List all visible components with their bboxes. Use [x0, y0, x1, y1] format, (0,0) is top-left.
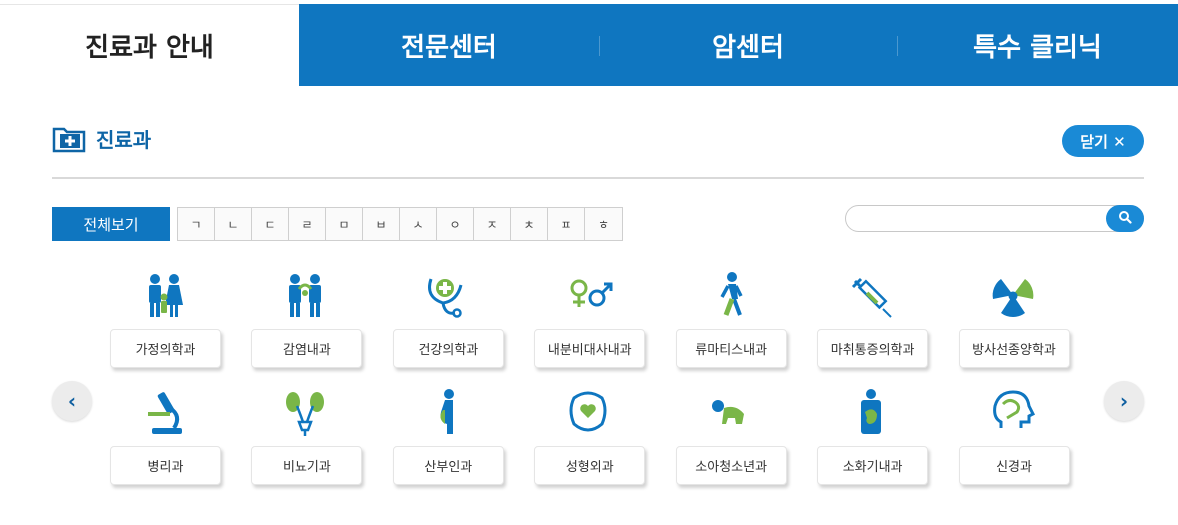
- stethoscope-icon: [419, 271, 475, 321]
- digestive-icon: [843, 388, 899, 438]
- microscope-icon: [136, 388, 192, 438]
- consonant-filter-item[interactable]: ㅊ: [511, 208, 548, 240]
- infection-icon: [277, 271, 333, 321]
- medical-folder-icon: [52, 125, 86, 153]
- department-label: 가정의학과: [110, 329, 221, 368]
- search-input[interactable]: [858, 209, 1098, 229]
- prev-arrow-button[interactable]: ‹: [52, 381, 92, 421]
- consonant-filter-item[interactable]: ㄱ: [178, 208, 215, 240]
- department-item[interactable]: 병리과: [110, 382, 251, 499]
- department-item[interactable]: 감염내과: [251, 265, 392, 382]
- consonant-filter-item[interactable]: ㅁ: [326, 208, 363, 240]
- tab-cancer-center[interactable]: 암센터: [599, 4, 897, 86]
- consonant-filter-item[interactable]: ㄴ: [215, 208, 252, 240]
- department-row: 병리과 비뇨기과 산부인과 성형외과 소아청소년과 소화기내과 신경과: [110, 382, 1100, 499]
- consonant-filter-item[interactable]: ㅈ: [474, 208, 511, 240]
- tab-department-guide[interactable]: 진료과 안내: [0, 4, 299, 86]
- department-label: 건강의학과: [392, 329, 504, 368]
- department-item[interactable]: 소아청소년과: [675, 382, 817, 499]
- department-label: 감염내과: [251, 329, 363, 368]
- department-label: 산부인과: [392, 446, 504, 485]
- chevron-right-icon: ›: [1119, 389, 1129, 413]
- department-row: 가정의학과 감염내과 건강의학과 내분비대사내과 류마티스내과 마취통증의학과 …: [110, 265, 1100, 382]
- tab-specialty-center[interactable]: 전문센터: [299, 4, 599, 86]
- department-label: 비뇨기과: [251, 446, 363, 485]
- consonant-filter-item[interactable]: ㅇ: [437, 208, 474, 240]
- search-icon: [1118, 209, 1132, 228]
- tab-special-clinic[interactable]: 특수 클리닉: [897, 4, 1178, 86]
- brain-head-icon: [985, 388, 1041, 438]
- consonant-filter-item[interactable]: ㄹ: [289, 208, 326, 240]
- department-item[interactable]: 산부인과: [392, 382, 534, 499]
- consonant-filter-item[interactable]: ㅎ: [585, 208, 622, 240]
- radiation-icon: [985, 271, 1041, 321]
- consonant-filter-item[interactable]: ㄷ: [252, 208, 289, 240]
- department-item[interactable]: 비뇨기과: [251, 382, 392, 499]
- section-header: 진료과: [52, 124, 151, 153]
- consonant-filter-item[interactable]: ㅍ: [548, 208, 585, 240]
- pregnant-icon: [419, 388, 475, 438]
- department-label: 소화기내과: [817, 446, 929, 485]
- family-icon: [136, 271, 192, 321]
- department-grid: 가정의학과 감염내과 건강의학과 내분비대사내과 류마티스내과 마취통증의학과 …: [110, 265, 1100, 499]
- department-item[interactable]: 신경과: [958, 382, 1100, 499]
- main-tabs: 진료과 안내 전문센터 암센터 특수 클리닉: [0, 4, 1178, 86]
- chevron-left-icon: ‹: [67, 389, 77, 413]
- divider: [52, 177, 1144, 179]
- department-label: 소아청소년과: [675, 446, 787, 485]
- department-item[interactable]: 마취통증의학과: [817, 265, 958, 382]
- close-button[interactable]: 닫기 ✕: [1062, 125, 1144, 157]
- department-item[interactable]: 방사선종양학과: [958, 265, 1100, 382]
- department-label: 내분비대사내과: [534, 329, 646, 368]
- department-label: 류마티스내과: [675, 329, 787, 368]
- section-title: 진료과: [96, 128, 152, 152]
- walking-person-icon: [702, 271, 758, 321]
- department-item[interactable]: 건강의학과: [392, 265, 534, 382]
- next-arrow-button[interactable]: ›: [1104, 381, 1144, 421]
- kidney-icon: [277, 388, 333, 438]
- department-item[interactable]: 가정의학과: [110, 265, 251, 382]
- syringe-icon: [843, 271, 899, 321]
- consonant-filter: ㄱ ㄴ ㄷ ㄹ ㅁ ㅂ ㅅ ㅇ ㅈ ㅊ ㅍ ㅎ: [177, 207, 623, 241]
- department-item[interactable]: 류마티스내과: [675, 265, 817, 382]
- gender-symbols-icon: [560, 271, 616, 321]
- face-heart-icon: [560, 388, 616, 438]
- consonant-filter-item[interactable]: ㅅ: [400, 208, 437, 240]
- department-label: 마취통증의학과: [817, 329, 929, 368]
- crawling-baby-icon: [702, 388, 758, 438]
- department-label: 성형외과: [534, 446, 646, 485]
- department-label: 방사선종양학과: [958, 329, 1070, 368]
- search-box: [845, 205, 1144, 232]
- view-all-button[interactable]: 전체보기: [52, 207, 170, 241]
- search-button[interactable]: [1106, 205, 1144, 232]
- department-item[interactable]: 소화기내과: [817, 382, 958, 499]
- consonant-filter-item[interactable]: ㅂ: [363, 208, 400, 240]
- department-item[interactable]: 성형외과: [534, 382, 675, 499]
- department-label: 병리과: [110, 446, 221, 485]
- department-item[interactable]: 내분비대사내과: [534, 265, 675, 382]
- department-label: 신경과: [958, 446, 1070, 485]
